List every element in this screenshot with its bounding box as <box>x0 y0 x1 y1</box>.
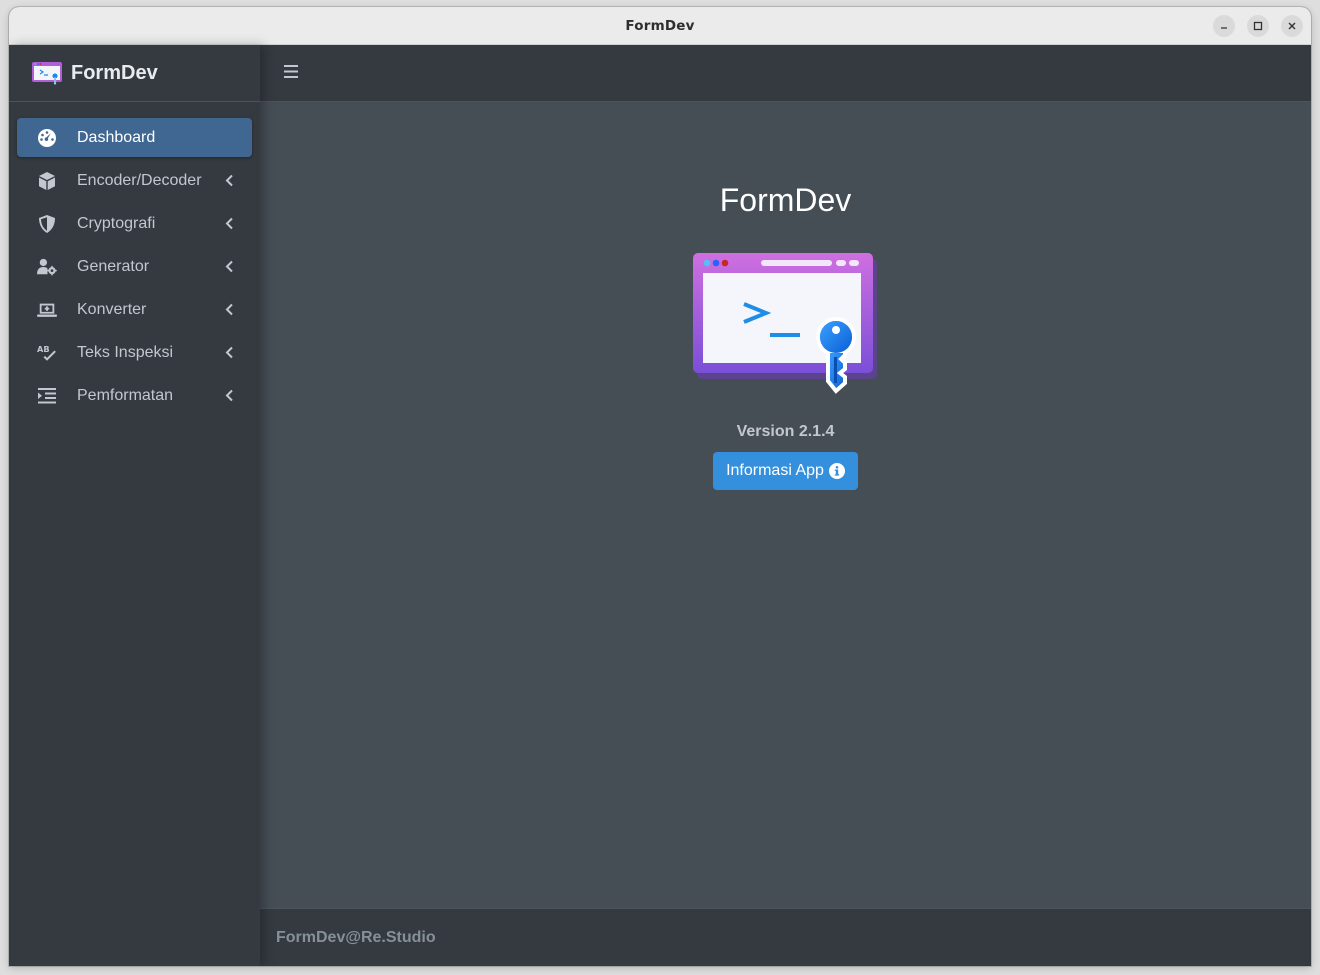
indent-icon <box>35 386 59 406</box>
maximize-button[interactable] <box>1247 15 1269 37</box>
user-gear-icon <box>35 257 59 277</box>
laptop-plus-icon <box>35 300 59 320</box>
footer: FormDev@Re.Studio <box>260 908 1311 966</box>
sidebar-item-konverter[interactable]: Konverter <box>17 290 252 329</box>
sidebar-item-dashboard[interactable]: Dashboard <box>17 118 252 157</box>
chevron-left-icon <box>225 174 233 187</box>
sidebar-item-encoder-decoder[interactable]: Encoder/Decoder <box>17 161 252 200</box>
top-navbar <box>260 45 1311 102</box>
chevron-left-icon <box>225 217 233 230</box>
spell-check-icon: AB <box>35 343 59 363</box>
gauge-icon <box>35 128 59 148</box>
version-text: Version 2.1.4 <box>736 423 835 440</box>
sidebar-item-label: Teks Inspeksi <box>77 343 174 361</box>
sidebar-item-label: Konverter <box>77 300 147 318</box>
chevron-left-icon <box>225 346 233 359</box>
title-bar: FormDev <box>9 7 1311 45</box>
chevron-left-icon <box>225 303 233 316</box>
brand-name: FormDev <box>71 61 158 84</box>
minimize-button[interactable] <box>1213 15 1235 37</box>
sidebar-item-label: Encoder/Decoder <box>77 171 202 189</box>
sidebar: FormDev Dashboard Encoder/Decoder Crypto… <box>9 45 260 966</box>
main-content: FormDev Version 2.1.4 Informasi App <box>260 102 1311 908</box>
app-window: FormDev FormDev Dashboard Encoder/Decode… <box>9 7 1311 966</box>
minimize-icon <box>1221 27 1227 29</box>
cube-icon <box>35 171 59 191</box>
info-circle-icon <box>828 463 845 479</box>
sidebar-item-teks-inspeksi[interactable]: AB Teks Inspeksi <box>17 333 252 372</box>
close-button[interactable] <box>1281 15 1303 37</box>
page-title: FormDev <box>719 182 852 218</box>
maximize-icon <box>1253 21 1263 31</box>
svg-text:AB: AB <box>37 344 50 354</box>
sidebar-item-pemformatan[interactable]: Pemformatan <box>17 376 252 415</box>
app-info-button-label: Informasi App <box>726 462 824 479</box>
window-title: FormDev <box>625 17 695 34</box>
chevron-left-icon <box>225 389 233 402</box>
app-info-button[interactable]: Informasi App <box>713 452 858 490</box>
footer-text: FormDev@Re.Studio <box>276 928 436 946</box>
sidebar-item-label: Dashboard <box>77 128 156 146</box>
sidebar-item-label: Cryptografi <box>77 214 156 232</box>
sidebar-item-label: Generator <box>77 257 150 275</box>
app-logo-image <box>692 253 877 394</box>
brand-link[interactable]: FormDev <box>9 45 260 102</box>
sidebar-item-generator[interactable]: Generator <box>17 247 252 286</box>
sidebar-item-label: Pemformatan <box>77 386 174 404</box>
hamburger-menu-icon[interactable] <box>284 65 298 78</box>
sidebar-item-cryptografi[interactable]: Cryptografi <box>17 204 252 243</box>
sidebar-nav: Dashboard Encoder/Decoder Cryptografi Ge… <box>9 102 260 415</box>
app-logo-icon <box>32 62 62 85</box>
close-icon <box>1288 22 1296 30</box>
chevron-left-icon <box>225 260 233 273</box>
shield-icon <box>35 214 59 234</box>
